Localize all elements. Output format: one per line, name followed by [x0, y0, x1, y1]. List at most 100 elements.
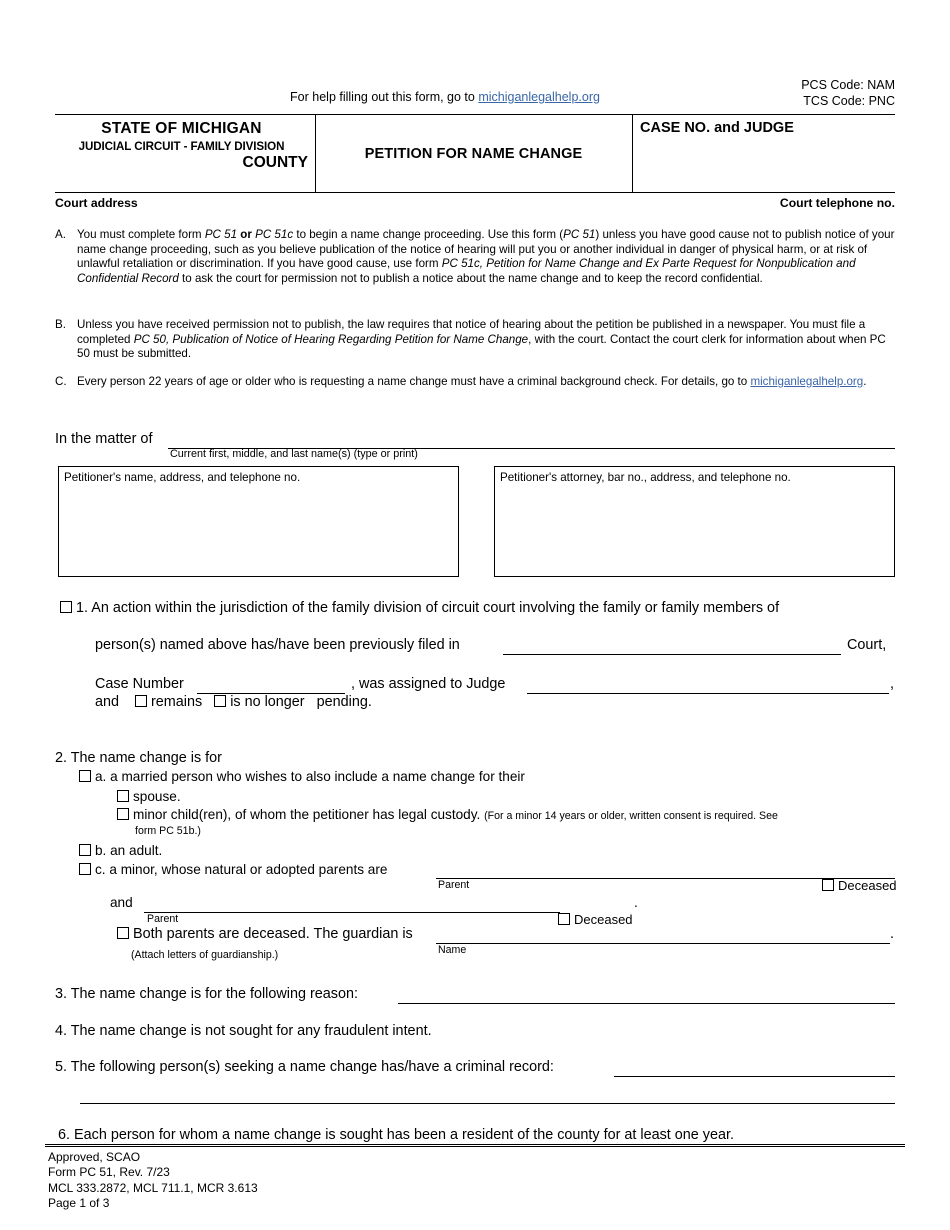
item-2a-minor-note-2: form PC 51b.) — [135, 825, 201, 837]
seg: You must complete form — [77, 228, 205, 241]
item-1-case-number-label: Case Number — [95, 676, 184, 692]
state-of-michigan-title: STATE OF MICHIGAN — [101, 120, 262, 137]
item-2a-row: a. a married person who wishes to also i… — [79, 769, 525, 784]
michiganlegalhelp-link-c[interactable]: michiganlegalhelp.org — [750, 375, 863, 388]
header-case-cell[interactable]: CASE NO. and JUDGE — [632, 115, 895, 192]
item-2b-text: an adult. — [110, 843, 163, 858]
item-2c-deceased-2-label: Deceased — [574, 912, 633, 927]
item-2c-row: c. a minor, whose natural or adopted par… — [79, 862, 387, 877]
item-1-text: An action within the jurisdiction of the… — [91, 600, 780, 616]
item-2b-row: b. an adult. — [79, 843, 162, 858]
item-2a-letter: a. — [95, 769, 107, 784]
form-header-table: STATE OF MICHIGAN JUDICIAL CIRCUIT - FAM… — [55, 114, 895, 193]
county-label: COUNTY — [242, 154, 308, 171]
instruction-c-letter: C. — [55, 375, 67, 388]
instruction-a-text: You must complete form PC 51 or PC 51c t… — [77, 228, 900, 286]
item-4-text: The name change is not sought for any fr… — [70, 1023, 432, 1039]
seg-italic: PC 51 — [563, 228, 596, 241]
item-1-no-longer-checkbox[interactable] — [214, 695, 227, 707]
item-2c-parent-2-caption: Parent — [147, 913, 179, 925]
item-2a-spouse-row: spouse. — [117, 789, 181, 804]
item-5-row: 5. The following person(s) seeking a nam… — [55, 1059, 554, 1075]
item-2c-text: a minor, whose natural or adopted parent… — [109, 862, 388, 877]
item-2c-deceased-1: Deceased — [822, 878, 897, 893]
item-1-number: 1. — [76, 600, 89, 616]
item-2c-deceased-1-checkbox[interactable] — [822, 879, 834, 891]
item-2c-guardian-field[interactable] — [436, 943, 890, 944]
item-2c-period: . — [634, 895, 638, 910]
seg: . — [863, 375, 867, 388]
item-3-reason-field[interactable] — [398, 1003, 895, 1004]
item-2a-spouse-checkbox[interactable] — [117, 790, 129, 802]
petitioner-info-box[interactable]: Petitioner's name, address, and telephon… — [58, 466, 459, 577]
header-title-cell: PETITION FOR NAME CHANGE — [315, 115, 632, 192]
item-2c-deceased-2: Deceased — [558, 912, 633, 927]
instruction-c-text: Every person 22 years of age or older wh… — [77, 375, 900, 390]
item-2-text: The name change is for — [70, 750, 222, 766]
item-5-record-field-2[interactable] — [80, 1103, 895, 1104]
judicial-circuit-label: JUDICIAL CIRCUIT - FAMILY DIVISION — [78, 140, 285, 153]
item-2a-checkbox[interactable] — [79, 770, 91, 782]
item-1-remains-checkbox[interactable] — [135, 695, 148, 707]
instruction-b-text: Unless you have received permission not … — [77, 318, 900, 362]
michiganlegalhelp-link-top[interactable]: michiganlegalhelp.org — [478, 90, 600, 104]
item-4-number: 4. — [55, 1023, 68, 1039]
item-2c-parent-2-field[interactable] — [144, 912, 560, 913]
instruction-c: C. Every person 22 years of age or older… — [55, 375, 900, 390]
instruction-b: B. Unless you have received permission n… — [55, 318, 900, 362]
footer-page-number: Page 1 of 3 — [48, 1196, 110, 1211]
footer-mcl: MCL 333.2872, MCL 711.1, MCR 3.613 — [48, 1180, 258, 1195]
item-1-checkbox[interactable] — [60, 601, 72, 613]
item-2c-and-label: and — [110, 895, 133, 910]
item-2-number: 2. — [55, 750, 68, 766]
item-1-judge-field[interactable] — [527, 693, 889, 694]
item-1-status-row: and remains is no longer pending. — [95, 694, 372, 710]
item-2c-both-deceased-checkbox[interactable] — [117, 927, 129, 939]
petitioner-info-label: Petitioner's name, address, and telephon… — [64, 471, 301, 484]
item-2c-deceased-2-checkbox[interactable] — [558, 913, 570, 925]
attorney-info-label: Petitioner's attorney, bar no., address,… — [500, 471, 791, 484]
instruction-b-letter: B. — [55, 318, 66, 331]
help-line: For help filling out this form, go to mi… — [0, 90, 950, 104]
comma: , — [351, 676, 355, 692]
footer-approved: Approved, SCAO — [48, 1150, 141, 1164]
item-6-row: 6. Each person for whom a name change is… — [58, 1127, 734, 1143]
header-court-cell: STATE OF MICHIGAN JUDICIAL CIRCUIT - FAM… — [55, 115, 315, 192]
item-1-no-longer-label: is no longer — [230, 694, 305, 710]
item-1-prevfiled-text: person(s) named above has/have been prev… — [95, 637, 460, 653]
item-2b-letter: b. — [95, 843, 107, 858]
item-3-text: The name change is for the following rea… — [70, 986, 358, 1002]
petition-title: PETITION FOR NAME CHANGE — [364, 145, 583, 162]
item-5-record-field-1[interactable] — [614, 1076, 895, 1077]
instruction-a-letter: A. — [55, 228, 66, 241]
item-3-row: 3. The name change is for the following … — [55, 986, 358, 1002]
item-3-number: 3. — [55, 986, 68, 1002]
case-no-and-judge-label: CASE NO. and JUDGE — [640, 120, 794, 136]
item-2c-checkbox[interactable] — [79, 863, 91, 875]
item-2c-parent-1-caption: Parent — [438, 879, 470, 891]
item-2a-minor-checkbox[interactable] — [117, 808, 129, 820]
item-2b-checkbox[interactable] — [79, 844, 91, 856]
court-telephone-label: Court telephone no. — [779, 196, 895, 210]
item-2a-minor-row: minor child(ren), of whom the petitioner… — [117, 807, 778, 822]
item-1-court-field[interactable] — [503, 654, 841, 655]
item-5-number: 5. — [55, 1059, 68, 1075]
footer-double-rule — [45, 1144, 905, 1147]
court-address-label: Court address — [55, 196, 138, 210]
item-1-remains-label: remains — [151, 694, 203, 710]
seg-bold: or — [237, 228, 256, 241]
seg: to ask the court for permission not to p… — [178, 271, 763, 285]
attorney-info-box[interactable]: Petitioner's attorney, bar no., address,… — [494, 466, 895, 577]
item-1-line-2: person(s) named above has/have been prev… — [95, 637, 460, 653]
item-6-text: Each person for whom a name change is so… — [74, 1127, 734, 1143]
item-1-court-word: Court, — [847, 637, 887, 653]
item-2a-minor-label: minor child(ren), of whom the petitioner… — [133, 807, 481, 822]
matter-name-caption: Current first, middle, and last name(s) … — [170, 448, 418, 460]
seg-italic: PC 51c — [255, 228, 294, 241]
item-2c-both-deceased-label: Both parents are deceased. The guardian … — [133, 926, 413, 942]
footer-block: Approved, SCAO Form PC 51, Rev. 7/23 MCL… — [48, 1150, 258, 1212]
item-1-line-1: 1. An action within the jurisdiction of … — [60, 600, 779, 616]
item-6-number: 6. — [58, 1127, 71, 1143]
seg-italic: PC 51 — [204, 228, 238, 241]
form-page: PCS Code: NAM TCS Code: PNC For help fil… — [0, 0, 950, 1230]
